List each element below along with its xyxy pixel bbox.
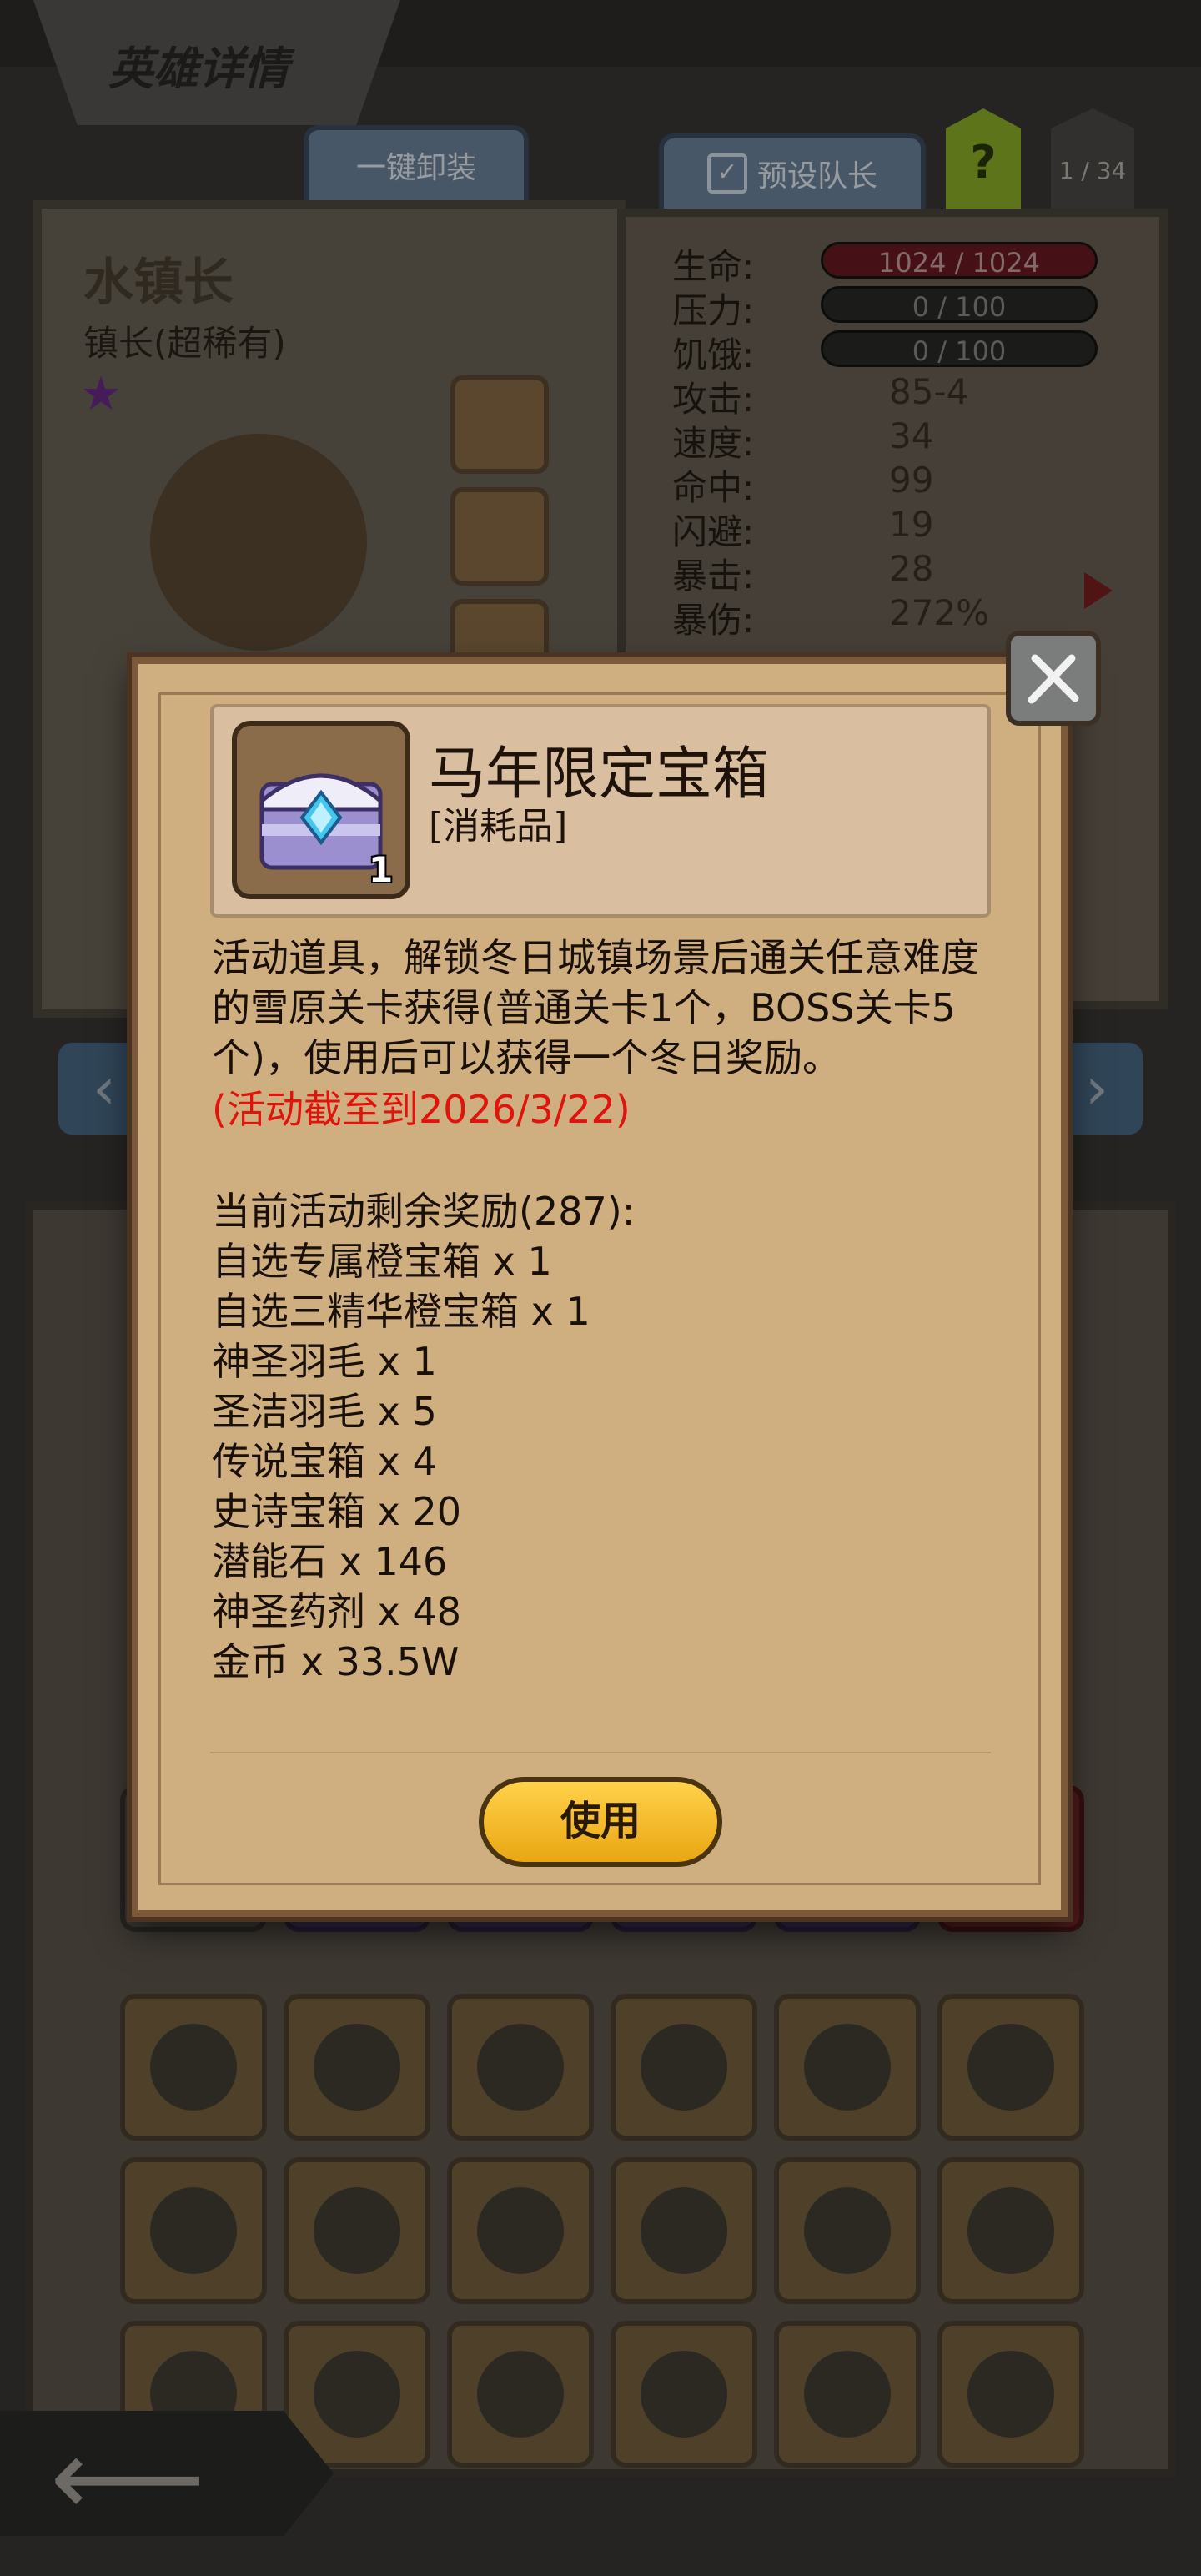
close-button[interactable]: [1006, 631, 1101, 726]
reward-item: 神圣羽毛 x 1: [212, 1339, 437, 1384]
reward-item: 史诗宝箱 x 20: [212, 1489, 461, 1534]
rewards-list: 自选专属橙宝箱 x 1 自选三精华橙宝箱 x 1 神圣羽毛 x 1 圣洁羽毛 x 5 传…: [212, 1236, 590, 1687]
reward-item: 潜能石 x 146: [212, 1539, 448, 1584]
reward-item: 自选专属橙宝箱 x 1: [212, 1239, 552, 1284]
item-type: [消耗品]: [429, 805, 568, 848]
reward-item: 自选三精华橙宝箱 x 1: [212, 1289, 590, 1334]
crossed-swords-icon: [1028, 654, 1079, 704]
event-deadline: (活动截至到2026/3/22): [212, 1087, 631, 1132]
reward-item: 神圣药剂 x 48: [212, 1589, 461, 1634]
item-description: 活动道具，解锁冬日城镇场景后通关任意难度的雪原关卡获得(普通关卡1个，BOSS关…: [212, 935, 979, 1080]
use-button[interactable]: 使用: [479, 1777, 722, 1867]
divider: [210, 1752, 991, 1753]
rewards-title: 当前活动剩余奖励(287):: [212, 1189, 636, 1234]
item-count: 1: [369, 849, 394, 890]
reward-item: 传说宝箱 x 4: [212, 1439, 437, 1484]
reward-item: 圣洁羽毛 x 5: [212, 1389, 437, 1434]
reward-item: 金币 x 33.5W: [212, 1639, 460, 1684]
